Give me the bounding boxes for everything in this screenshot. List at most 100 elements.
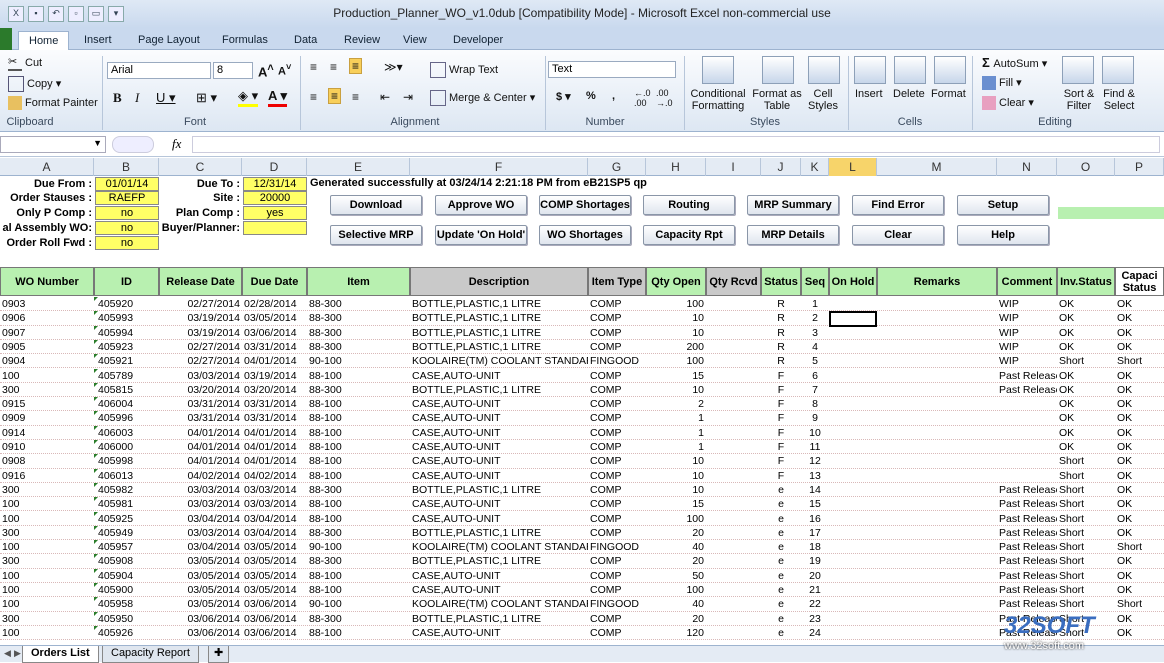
cell-comment[interactable] — [997, 397, 1057, 411]
cell-item-type[interactable]: FINGOOD — [588, 597, 646, 611]
header-capacity-status[interactable]: Capaci Status — [1115, 267, 1164, 296]
cell-item[interactable]: 90-100 — [307, 597, 410, 611]
cell-capacity-status[interactable]: Short — [1115, 354, 1164, 368]
cell-wo-number[interactable]: 100 — [0, 512, 94, 526]
cell-due-date[interactable]: 03/03/2014 — [242, 497, 307, 511]
cell-qty-open[interactable]: 120 — [646, 626, 706, 640]
cell-release-date[interactable]: 03/31/2014 — [159, 397, 242, 411]
cell-id[interactable]: 405900 — [94, 583, 159, 597]
clear-sheet-button[interactable]: Clear — [852, 225, 944, 245]
cell-release-date[interactable]: 03/06/2014 — [159, 626, 242, 640]
cell-qty-open[interactable]: 40 — [646, 597, 706, 611]
cell-styles-icon[interactable] — [808, 56, 840, 84]
decrease-indent-icon[interactable]: ⇤ — [380, 90, 390, 104]
cell-item-type[interactable]: COMP — [588, 440, 646, 454]
cell-capacity-status[interactable]: OK — [1115, 411, 1164, 425]
binoculars-icon[interactable] — [1102, 56, 1134, 84]
cell-inv-status[interactable]: Short — [1057, 454, 1115, 468]
cell-wo-number[interactable]: 300 — [0, 383, 94, 397]
cell-id[interactable]: 405998 — [94, 454, 159, 468]
cell-due-date[interactable]: 03/06/2014 — [242, 597, 307, 611]
header-remarks[interactable]: Remarks — [877, 267, 997, 296]
cell-id[interactable]: 405921 — [94, 354, 159, 368]
cell-description[interactable]: CASE,AUTO-UNIT — [410, 440, 588, 454]
cell-on-hold[interactable] — [829, 554, 877, 568]
cell-item[interactable]: 88-100 — [307, 626, 410, 640]
format-cells-icon[interactable] — [934, 56, 966, 84]
percent-icon[interactable]: % — [586, 90, 596, 102]
cell-inv-status[interactable]: Short — [1057, 497, 1115, 511]
cell-item[interactable]: 88-100 — [307, 512, 410, 526]
cell-id[interactable]: 405957 — [94, 540, 159, 554]
insert-cells-icon[interactable] — [854, 56, 886, 84]
cell-id[interactable]: 405789 — [94, 369, 159, 383]
header-description[interactable]: Description — [410, 267, 588, 296]
order-statuses-value[interactable]: RAEFP — [95, 191, 159, 205]
cell-qty-open[interactable]: 100 — [646, 583, 706, 597]
cell-release-date[interactable]: 03/20/2014 — [159, 383, 242, 397]
delete-cells-icon[interactable] — [894, 56, 926, 84]
cell-due-date[interactable]: 03/31/2014 — [242, 411, 307, 425]
cell-inv-status[interactable]: OK — [1057, 440, 1115, 454]
header-id[interactable]: ID — [94, 267, 159, 296]
cell-item[interactable]: 88-100 — [307, 497, 410, 511]
cell-id[interactable]: 405994 — [94, 326, 159, 340]
cell-item-type[interactable]: COMP — [588, 326, 646, 340]
cell-status[interactable]: R — [761, 297, 801, 311]
cell-id[interactable]: 405982 — [94, 483, 159, 497]
cell-on-hold[interactable] — [829, 297, 877, 311]
header-item[interactable]: Item — [307, 267, 410, 296]
copy-button[interactable]: Copy ▾ — [8, 76, 61, 92]
cell-wo-number[interactable]: 100 — [0, 583, 94, 597]
cell-capacity-status[interactable]: OK — [1115, 483, 1164, 497]
cell-inv-status[interactable]: Short — [1057, 583, 1115, 597]
column-header-f[interactable]: F — [410, 158, 588, 176]
cell-release-date[interactable]: 03/03/2014 — [159, 369, 242, 383]
cell-item-type[interactable]: COMP — [588, 512, 646, 526]
align-top-icon[interactable]: ≡ — [310, 60, 317, 74]
cell-capacity-status[interactable]: OK — [1115, 311, 1164, 325]
cell-status[interactable]: e — [761, 526, 801, 540]
header-inv-status[interactable]: Inv.Status — [1057, 267, 1115, 296]
cell-due-date[interactable]: 04/01/2014 — [242, 426, 307, 440]
cell-capacity-status[interactable]: OK — [1115, 426, 1164, 440]
formula-cancel-icon[interactable] — [112, 136, 154, 153]
cell-qty-open[interactable]: 15 — [646, 497, 706, 511]
cell-wo-number[interactable]: 100 — [0, 497, 94, 511]
grow-font-icon[interactable]: A˄ — [258, 62, 274, 79]
cell-seq[interactable]: 16 — [801, 512, 829, 526]
cell-status[interactable]: e — [761, 626, 801, 640]
cell-qty-rcvd[interactable] — [706, 612, 761, 626]
cell-qty-rcvd[interactable] — [706, 469, 761, 483]
cell-item[interactable]: 88-100 — [307, 469, 410, 483]
cell-qty-rcvd[interactable] — [706, 297, 761, 311]
cell-qty-open[interactable]: 15 — [646, 369, 706, 383]
column-header-o[interactable]: O — [1057, 158, 1115, 176]
cell-description[interactable]: BOTTLE,PLASTIC,1 LITRE — [410, 483, 588, 497]
cell-on-hold[interactable] — [829, 583, 877, 597]
cell-release-date[interactable]: 03/04/2014 — [159, 540, 242, 554]
cell-due-date[interactable]: 04/01/2014 — [242, 440, 307, 454]
cell-item[interactable]: 88-100 — [307, 411, 410, 425]
cell-comment[interactable] — [997, 454, 1057, 468]
cell-remarks[interactable] — [877, 540, 997, 554]
cell-status[interactable]: F — [761, 411, 801, 425]
cell-item[interactable]: 88-100 — [307, 440, 410, 454]
cell-qty-open[interactable]: 10 — [646, 483, 706, 497]
cell-remarks[interactable] — [877, 483, 997, 497]
cell-qty-rcvd[interactable] — [706, 440, 761, 454]
cell-status[interactable]: R — [761, 311, 801, 325]
clear-button[interactable]: Clear ▾ — [982, 96, 1034, 111]
due-to-value[interactable]: 12/31/14 — [243, 177, 307, 191]
align-left-icon[interactable]: ≡ — [310, 90, 317, 104]
cell-capacity-status[interactable]: Short — [1115, 540, 1164, 554]
cell-description[interactable]: KOOLAIRE(TM) COOLANT STANDARD — [410, 540, 588, 554]
cell-item[interactable]: 88-300 — [307, 326, 410, 340]
cell-item[interactable]: 88-300 — [307, 612, 410, 626]
cell-on-hold[interactable] — [829, 626, 877, 640]
cell-capacity-status[interactable]: OK — [1115, 340, 1164, 354]
cell-description[interactable]: CASE,AUTO-UNIT — [410, 454, 588, 468]
cell-inv-status[interactable]: OK — [1057, 311, 1115, 325]
cell-qty-rcvd[interactable] — [706, 583, 761, 597]
column-header-k[interactable]: K — [801, 158, 829, 176]
